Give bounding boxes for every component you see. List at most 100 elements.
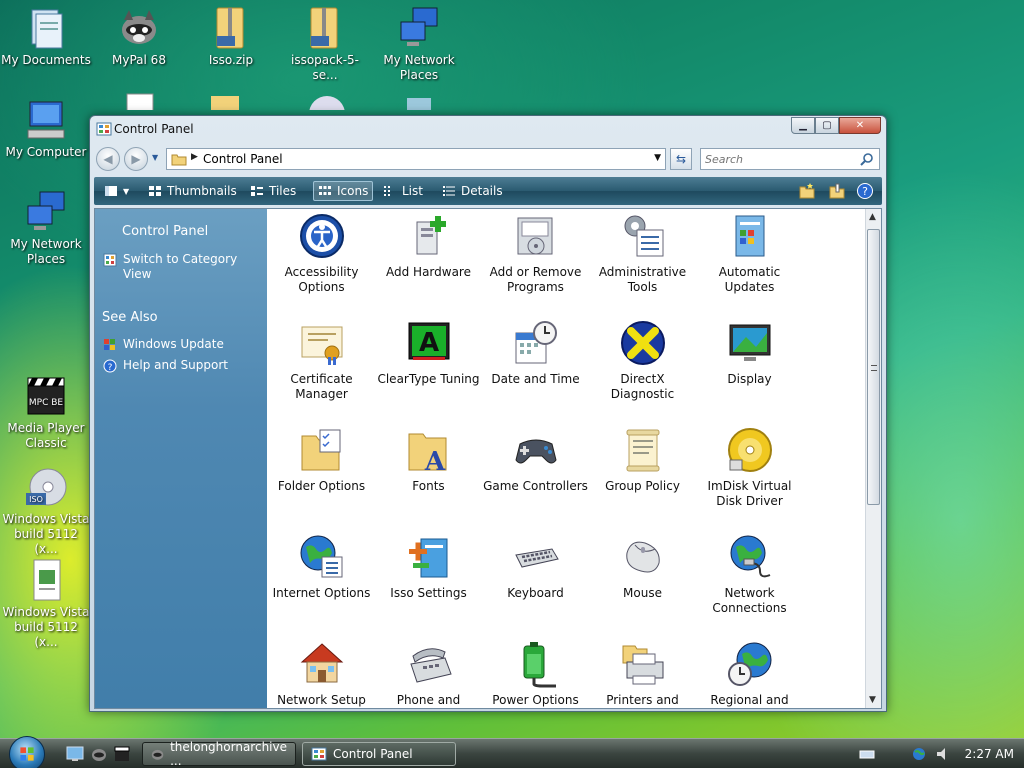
show-desktop-icon[interactable]: [66, 745, 84, 763]
cp-item-mouse[interactable]: Mouse: [589, 533, 696, 601]
desktop-icon-vista-doc[interactable]: Windows Vista build 5112 (x...: [1, 558, 91, 650]
cp-item-imdisk-virtual-disk-driver[interactable]: ImDisk Virtual Disk Driver: [696, 426, 803, 509]
control-panel-window[interactable]: Control Panel ▁ ▢ ✕ ◀ ▶ ▼ ▶ Control Pane…: [89, 115, 887, 712]
cp-item-keyboard[interactable]: Keyboard: [482, 533, 589, 601]
desktop-icon-isso-zip[interactable]: Isso.zip: [186, 6, 276, 68]
new-folder-icon[interactable]: [798, 182, 816, 200]
document-file-icon: [24, 558, 68, 602]
cp-item-add-hardware[interactable]: Add Hardware: [375, 212, 482, 280]
group-policy-scroll-icon: [619, 426, 667, 474]
scrollbar-thumb[interactable]: [867, 229, 880, 505]
search-icon[interactable]: [860, 152, 874, 166]
icons-view-button[interactable]: Icons: [313, 181, 374, 201]
left-task-pane: Control Panel Switch to Category View Se…: [95, 209, 267, 708]
regional-globe-clock-icon: [726, 640, 774, 688]
desktop-icon-partial-1[interactable]: [94, 92, 184, 113]
start-button[interactable]: [9, 736, 45, 768]
desktop-icon-partial-4[interactable]: [374, 92, 464, 113]
cp-item-fonts[interactable]: A Fonts: [375, 426, 482, 494]
scroll-down-arrow-icon[interactable]: ▼: [869, 695, 876, 705]
desktop-icon-issopack[interactable]: issopack-5-se...: [280, 6, 370, 83]
forward-button[interactable]: ▶: [124, 147, 148, 171]
close-icon: ✕: [855, 120, 865, 131]
desktop-icon-partial-2[interactable]: [180, 92, 270, 113]
help-and-support-link[interactable]: ? Help and Support: [103, 358, 228, 373]
details-view-button[interactable]: Details: [438, 181, 507, 201]
cp-item-certificate-manager[interactable]: Certificate Manager: [268, 319, 375, 402]
keyboard-tray-icon[interactable]: [859, 746, 875, 762]
cp-item-label: Isso Settings: [390, 586, 467, 600]
breadcrumb-arrow-icon[interactable]: ▶: [191, 152, 198, 162]
cp-item-automatic-updates[interactable]: Automatic Updates: [696, 212, 803, 295]
thumbnails-view-button[interactable]: Thumbnails: [144, 181, 241, 201]
address-dropdown-icon[interactable]: ▼: [654, 153, 661, 163]
cp-item-date-and-time[interactable]: Date and Time: [482, 319, 589, 387]
scroll-up-arrow-icon[interactable]: ▲: [869, 212, 876, 222]
list-label: List: [402, 184, 423, 198]
cp-item-network-connections[interactable]: Network Connections: [696, 533, 803, 616]
desktop-icon-network-places-top[interactable]: My Network Places: [374, 6, 464, 83]
cp-item-label: Group Policy: [605, 479, 680, 493]
help-icon[interactable]: ?: [856, 182, 874, 200]
switch-to-category-view-link[interactable]: Switch to Category View: [103, 252, 253, 282]
recent-pages-dropdown[interactable]: ▼: [152, 153, 162, 163]
close-button[interactable]: ✕: [839, 117, 881, 134]
minimize-button[interactable]: ▁: [791, 117, 815, 134]
desktop-icon-mypal[interactable]: MyPal 68: [94, 6, 184, 68]
cp-item-add-remove-programs[interactable]: Add or Remove Programs: [482, 212, 589, 295]
title-bar[interactable]: Control Panel ▁ ▢ ✕: [90, 116, 886, 142]
cp-item-phone-and-modem-options[interactable]: Phone and Modem Options: [375, 640, 482, 708]
volume-tray-icon[interactable]: [935, 746, 951, 762]
cp-item-directx-diagnostic[interactable]: DirectX Diagnostic: [589, 319, 696, 402]
svg-text:A: A: [418, 328, 438, 358]
mypal-quicklaunch-icon[interactable]: [90, 745, 108, 763]
layout-menu-button[interactable]: ▼: [100, 181, 133, 201]
cp-item-internet-options[interactable]: Internet Options: [268, 533, 375, 601]
cp-item-power-options[interactable]: Power Options: [482, 640, 589, 708]
breadcrumb-control-panel[interactable]: Control Panel: [203, 152, 283, 166]
text-file-icon: [117, 92, 161, 110]
chevron-down-icon: ▼: [152, 153, 159, 162]
printer-icon: [619, 640, 667, 688]
refresh-button[interactable]: ⇆: [670, 148, 692, 170]
cp-item-label: Fonts: [412, 479, 445, 493]
certificate-icon: [298, 319, 346, 367]
windows-update-link[interactable]: Windows Update: [103, 337, 224, 352]
cp-item-isso-settings[interactable]: Isso Settings: [375, 533, 482, 601]
cp-item-regional-and-language-options[interactable]: Regional and Language Options: [696, 640, 803, 708]
cp-item-game-controllers[interactable]: Game Controllers: [482, 426, 589, 494]
cp-item-administrative-tools[interactable]: Administrative Tools: [589, 212, 696, 295]
cp-item-group-policy[interactable]: Group Policy: [589, 426, 696, 494]
windows-logo-icon: [20, 747, 34, 761]
cp-item-folder-options[interactable]: Folder Options: [268, 426, 375, 494]
media-player-quicklaunch-icon[interactable]: [113, 745, 131, 763]
desktop-icon-my-documents[interactable]: My Documents: [1, 6, 91, 68]
desktop-icon-network-places-left[interactable]: My Network Places: [1, 190, 91, 267]
list-view-button[interactable]: List: [379, 181, 427, 201]
network-connections-icon: [726, 533, 774, 581]
maximize-button[interactable]: ▢: [815, 117, 839, 134]
cp-item-label: DirectX Diagnostic: [610, 372, 675, 401]
add-remove-programs-icon: [512, 212, 560, 260]
desktop-icon-media-player-classic[interactable]: MPC BE Media Player Classic: [1, 374, 91, 451]
taskbar-button-browser[interactable]: thelonghornarchive ...: [142, 740, 296, 768]
desktop-icon-my-computer[interactable]: My Computer: [1, 98, 91, 160]
properties-icon[interactable]: [828, 182, 846, 200]
tiles-view-button[interactable]: Tiles: [246, 181, 300, 201]
network-tray-icon[interactable]: [911, 746, 927, 762]
desktop-icon-vista-iso[interactable]: ISO Windows Vista build 5112 (x...: [1, 465, 91, 557]
desktop-icon-partial-3[interactable]: [282, 92, 372, 113]
cp-item-cleartype-tuning[interactable]: A ClearType Tuning: [375, 319, 482, 387]
vertical-scrollbar[interactable]: ▲ ▼: [865, 209, 881, 708]
back-button[interactable]: ◀: [96, 147, 120, 171]
cp-item-display[interactable]: Display: [696, 319, 803, 387]
cp-item-network-setup-wizard[interactable]: Network Setup Wizard: [268, 640, 375, 708]
cp-item-accessibility-options[interactable]: Accessibility Options: [268, 212, 375, 295]
icons-view-icon: [319, 186, 331, 195]
search-input[interactable]: [705, 150, 855, 168]
cp-item-printers-and-faxes[interactable]: Printers and Faxes: [589, 640, 696, 708]
clock[interactable]: 2:27 AM: [965, 747, 1014, 761]
taskbar-button-control-panel[interactable]: Control Panel: [302, 742, 456, 766]
address-bar[interactable]: ▶ Control Panel ▼: [166, 148, 666, 170]
desktop-icon-label: My Network Places: [10, 237, 82, 266]
